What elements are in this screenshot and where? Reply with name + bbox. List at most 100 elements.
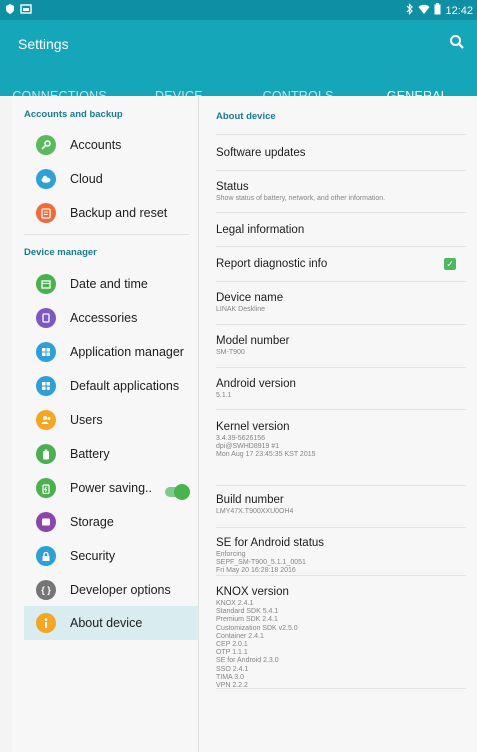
divider bbox=[216, 212, 466, 213]
users-icon bbox=[36, 410, 56, 430]
toggle-knob bbox=[174, 484, 190, 500]
divider bbox=[216, 575, 466, 576]
settings-row-model-number: Model number SM-T900 bbox=[216, 335, 466, 357]
row-title: Legal information bbox=[216, 224, 305, 236]
left-pane: Accounts and backup Accounts Cloud Backu… bbox=[12, 96, 199, 752]
sidebar-item-label: Date and time bbox=[70, 277, 148, 291]
sidebar-item-storage[interactable]: Storage bbox=[24, 506, 199, 538]
row-title: SE for Android status bbox=[216, 537, 325, 549]
sidebar-item-cloud[interactable]: Cloud bbox=[24, 163, 199, 195]
content-frame: Accounts and backup Accounts Cloud Backu… bbox=[0, 96, 477, 752]
row-subtitle: 5.1.1 bbox=[216, 392, 232, 399]
calendar-icon bbox=[36, 274, 56, 294]
shield-icon bbox=[4, 3, 16, 18]
sidebar-item-accessories[interactable]: Accessories bbox=[24, 302, 199, 334]
row-title: Report diagnostic info bbox=[216, 258, 328, 270]
row-subtitle: LINAK Deskline bbox=[216, 306, 266, 313]
app-bar: Settings CONNECTIONS DEVICE CONTROLS GEN… bbox=[0, 20, 477, 112]
storage-icon bbox=[36, 512, 56, 532]
braces-icon: { } bbox=[36, 580, 56, 600]
sidebar-item-security[interactable]: Security bbox=[24, 540, 199, 572]
cloud-icon bbox=[36, 169, 56, 189]
settings-row-legal-information[interactable]: Legal information bbox=[216, 224, 466, 236]
report-diagnostic-checkbox[interactable]: ✓ bbox=[444, 258, 456, 270]
divider bbox=[216, 485, 466, 486]
row-subtitle: 3.4.39-5626156 dpi@SWHD8919 #1 Mon Aug 1… bbox=[216, 435, 316, 459]
divider bbox=[216, 409, 466, 410]
lock-icon bbox=[36, 546, 56, 566]
sidebar-item-label: Accounts bbox=[70, 138, 122, 152]
key-icon bbox=[36, 135, 56, 155]
sidebar-item-date-time[interactable]: Date and time bbox=[24, 268, 199, 300]
sidebar-item-label: Default applications bbox=[70, 379, 180, 393]
sidebar-item-label: Users bbox=[70, 413, 103, 427]
divider bbox=[24, 234, 189, 235]
row-subtitle: Show status of battery, network, and oth… bbox=[216, 195, 386, 202]
sidebar-item-label: Cloud bbox=[70, 172, 103, 186]
sidebar-item-label: Security bbox=[70, 549, 116, 563]
battery-icon bbox=[434, 3, 441, 18]
row-title: Status bbox=[216, 181, 249, 193]
sidebar-item-developer-options[interactable]: { } Developer options bbox=[24, 574, 199, 606]
bluetooth-icon bbox=[406, 3, 414, 18]
sidebar-item-application-manager[interactable]: Application manager bbox=[24, 336, 199, 368]
sidebar-item-users[interactable]: Users bbox=[24, 404, 199, 436]
row-title: Model number bbox=[216, 335, 290, 347]
backup-icon bbox=[36, 203, 56, 223]
sidebar-item-label: Storage bbox=[70, 515, 114, 529]
wifi-icon bbox=[418, 3, 430, 18]
settings-row-software-updates[interactable]: Software updates bbox=[216, 147, 466, 159]
divider bbox=[216, 170, 466, 171]
default-apps-icon bbox=[36, 376, 56, 396]
info-icon bbox=[36, 613, 56, 633]
power-saving-icon bbox=[36, 478, 56, 498]
divider bbox=[216, 688, 466, 689]
section-title-device-manager: Device manager bbox=[24, 247, 97, 258]
sidebar-item-accounts[interactable]: Accounts bbox=[24, 129, 199, 161]
row-title: KNOX version bbox=[216, 586, 289, 598]
settings-row-kernel-version: Kernel version 3.4.39-5626156 dpi@SWHD89… bbox=[216, 421, 466, 460]
row-title: Build number bbox=[216, 494, 284, 506]
settings-row-report-diagnostic[interactable]: Report diagnostic info bbox=[216, 258, 466, 270]
settings-row-device-name[interactable]: Device name LINAK Deskline bbox=[216, 292, 466, 314]
sidebar-item-label: Accessories bbox=[70, 311, 138, 325]
sidebar-item-label: Application manager bbox=[70, 345, 184, 359]
row-title: Android version bbox=[216, 378, 296, 390]
row-subtitle: SM-T900 bbox=[216, 349, 245, 356]
settings-row-status[interactable]: Status Show status of battery, network, … bbox=[216, 181, 466, 203]
divider bbox=[216, 367, 466, 368]
section-title-accounts-backup: Accounts and backup bbox=[24, 109, 123, 120]
divider bbox=[216, 134, 466, 135]
battery-icon bbox=[36, 444, 56, 464]
right-pane: About device Software updates Status Sho… bbox=[199, 96, 477, 752]
sidebar-item-label: Battery bbox=[70, 447, 110, 461]
page-title: Settings bbox=[18, 36, 69, 52]
settings-row-build-number[interactable]: Build number LMY47X.T900XXU0OH4 bbox=[216, 494, 466, 516]
row-title: Device name bbox=[216, 292, 284, 304]
search-icon[interactable] bbox=[449, 34, 465, 50]
power-saving-toggle[interactable] bbox=[165, 484, 190, 500]
sidebar-item-backup-reset[interactable]: Backup and reset bbox=[24, 197, 199, 229]
row-subtitle: Enforcing SEPF_SM-T900_5.1.1_0051 Fri Ma… bbox=[216, 551, 306, 575]
divider bbox=[216, 324, 466, 325]
row-subtitle: LMY47X.T900XXU0OH4 bbox=[216, 508, 294, 515]
settings-row-knox-version: KNOX version KNOX 2.4.1 Standard SDK 5.4… bbox=[216, 586, 466, 690]
divider bbox=[216, 281, 466, 282]
section-title-about-device: About device bbox=[216, 111, 276, 122]
settings-row-se-android-status: SE for Android status Enforcing SEPF_SM-… bbox=[216, 537, 466, 576]
grid-icon bbox=[36, 342, 56, 362]
sidebar-item-battery[interactable]: Battery bbox=[24, 438, 199, 470]
sidebar-item-label: Developer options bbox=[70, 583, 171, 597]
accessories-icon bbox=[36, 308, 56, 328]
row-subtitle: KNOX 2.4.1 Standard SDK 5.4.1 Premium SD… bbox=[216, 600, 298, 690]
gallery-icon bbox=[20, 3, 32, 18]
sidebar-item-label: About device bbox=[70, 616, 143, 630]
sidebar-item-about-device[interactable]: About device bbox=[24, 606, 199, 640]
divider bbox=[216, 527, 466, 528]
settings-row-android-version[interactable]: Android version 5.1.1 bbox=[216, 378, 466, 400]
divider bbox=[216, 246, 466, 247]
status-time: 12:42 bbox=[445, 4, 473, 17]
sidebar-item-default-applications[interactable]: Default applications bbox=[24, 370, 199, 402]
sidebar-item-label: Backup and reset bbox=[70, 206, 168, 220]
status-bar: 12:42 bbox=[0, 0, 477, 20]
